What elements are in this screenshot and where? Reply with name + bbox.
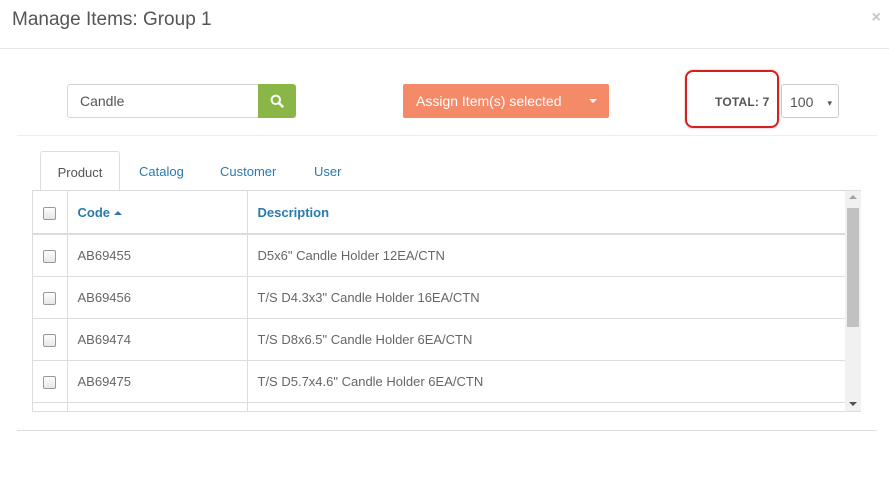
table-header-row: Code Description	[33, 191, 846, 235]
close-button[interactable]: ×	[872, 9, 881, 27]
search-button[interactable]	[258, 84, 296, 118]
row-checkbox[interactable]	[43, 291, 56, 305]
row-description: T/S D4.3x3" Candle Holder 16EA/CTN	[247, 276, 846, 319]
page-size-value: 100	[790, 94, 814, 110]
table-row[interactable]: AB69474 T/S D8x6.5" Candle Holder 6EA/CT…	[33, 318, 846, 361]
row-checkbox[interactable]	[43, 333, 56, 347]
table-row[interactable]: AB69475 T/S D5.7x4.6" Candle Holder 6EA/…	[33, 360, 846, 403]
row-code: AB69456	[67, 276, 248, 319]
column-header-code[interactable]: Code	[67, 191, 248, 235]
row-description: T/S D5.7x4.6" Candle Holder 6EA/CTN	[247, 360, 846, 403]
column-header-description[interactable]: Description	[247, 191, 846, 235]
table-row[interactable]: AB69456 T/S D4.3x3" Candle Holder 16EA/C…	[33, 276, 846, 319]
assign-items-label: Assign Item(s) selected	[416, 93, 562, 109]
divider	[17, 135, 877, 136]
row-checkbox[interactable]	[43, 249, 56, 263]
tab-catalog[interactable]: Catalog	[139, 151, 184, 191]
divider	[17, 430, 877, 431]
table-scrollbar[interactable]	[845, 191, 861, 411]
assign-items-button[interactable]: Assign Item(s) selected	[403, 84, 609, 118]
select-all-checkbox[interactable]	[43, 206, 56, 220]
caret-down-icon[interactable]	[589, 99, 597, 103]
total-count: TOTAL: 7	[715, 95, 770, 109]
items-table: Code Description AB69455 D5x6" Candle Ho…	[32, 190, 861, 412]
modal-header: Manage Items: Group 1 ×	[0, 0, 889, 49]
search-icon	[270, 94, 284, 108]
scroll-down-icon[interactable]	[849, 402, 857, 406]
table-row[interactable]: AB69455 D5x6" Candle Holder 12EA/CTN	[33, 234, 846, 277]
search-input[interactable]	[67, 84, 259, 118]
row-code: AB69474	[67, 318, 248, 361]
tab-product[interactable]: Product	[40, 151, 120, 191]
tab-customer[interactable]: Customer	[220, 151, 276, 191]
column-code-label: Code	[77, 204, 111, 220]
tab-user[interactable]: User	[314, 151, 341, 191]
page-size-select[interactable]: 100 ▾	[781, 84, 839, 118]
row-code	[67, 402, 248, 411]
row-code: AB69475	[67, 360, 248, 403]
row-description: T/S D8x6.5" Candle Holder 6EA/CTN	[247, 318, 846, 361]
scroll-up-icon[interactable]	[849, 195, 857, 199]
row-description	[247, 402, 846, 411]
row-description: D5x6" Candle Holder 12EA/CTN	[247, 234, 846, 277]
row-code: AB69455	[67, 234, 248, 277]
scroll-thumb[interactable]	[847, 208, 859, 327]
table-row[interactable]	[33, 402, 846, 411]
row-checkbox[interactable]	[43, 375, 56, 389]
chevron-down-icon: ▾	[827, 98, 832, 108]
modal-title: Manage Items: Group 1	[12, 9, 212, 30]
sort-ascending-icon	[114, 211, 122, 216]
